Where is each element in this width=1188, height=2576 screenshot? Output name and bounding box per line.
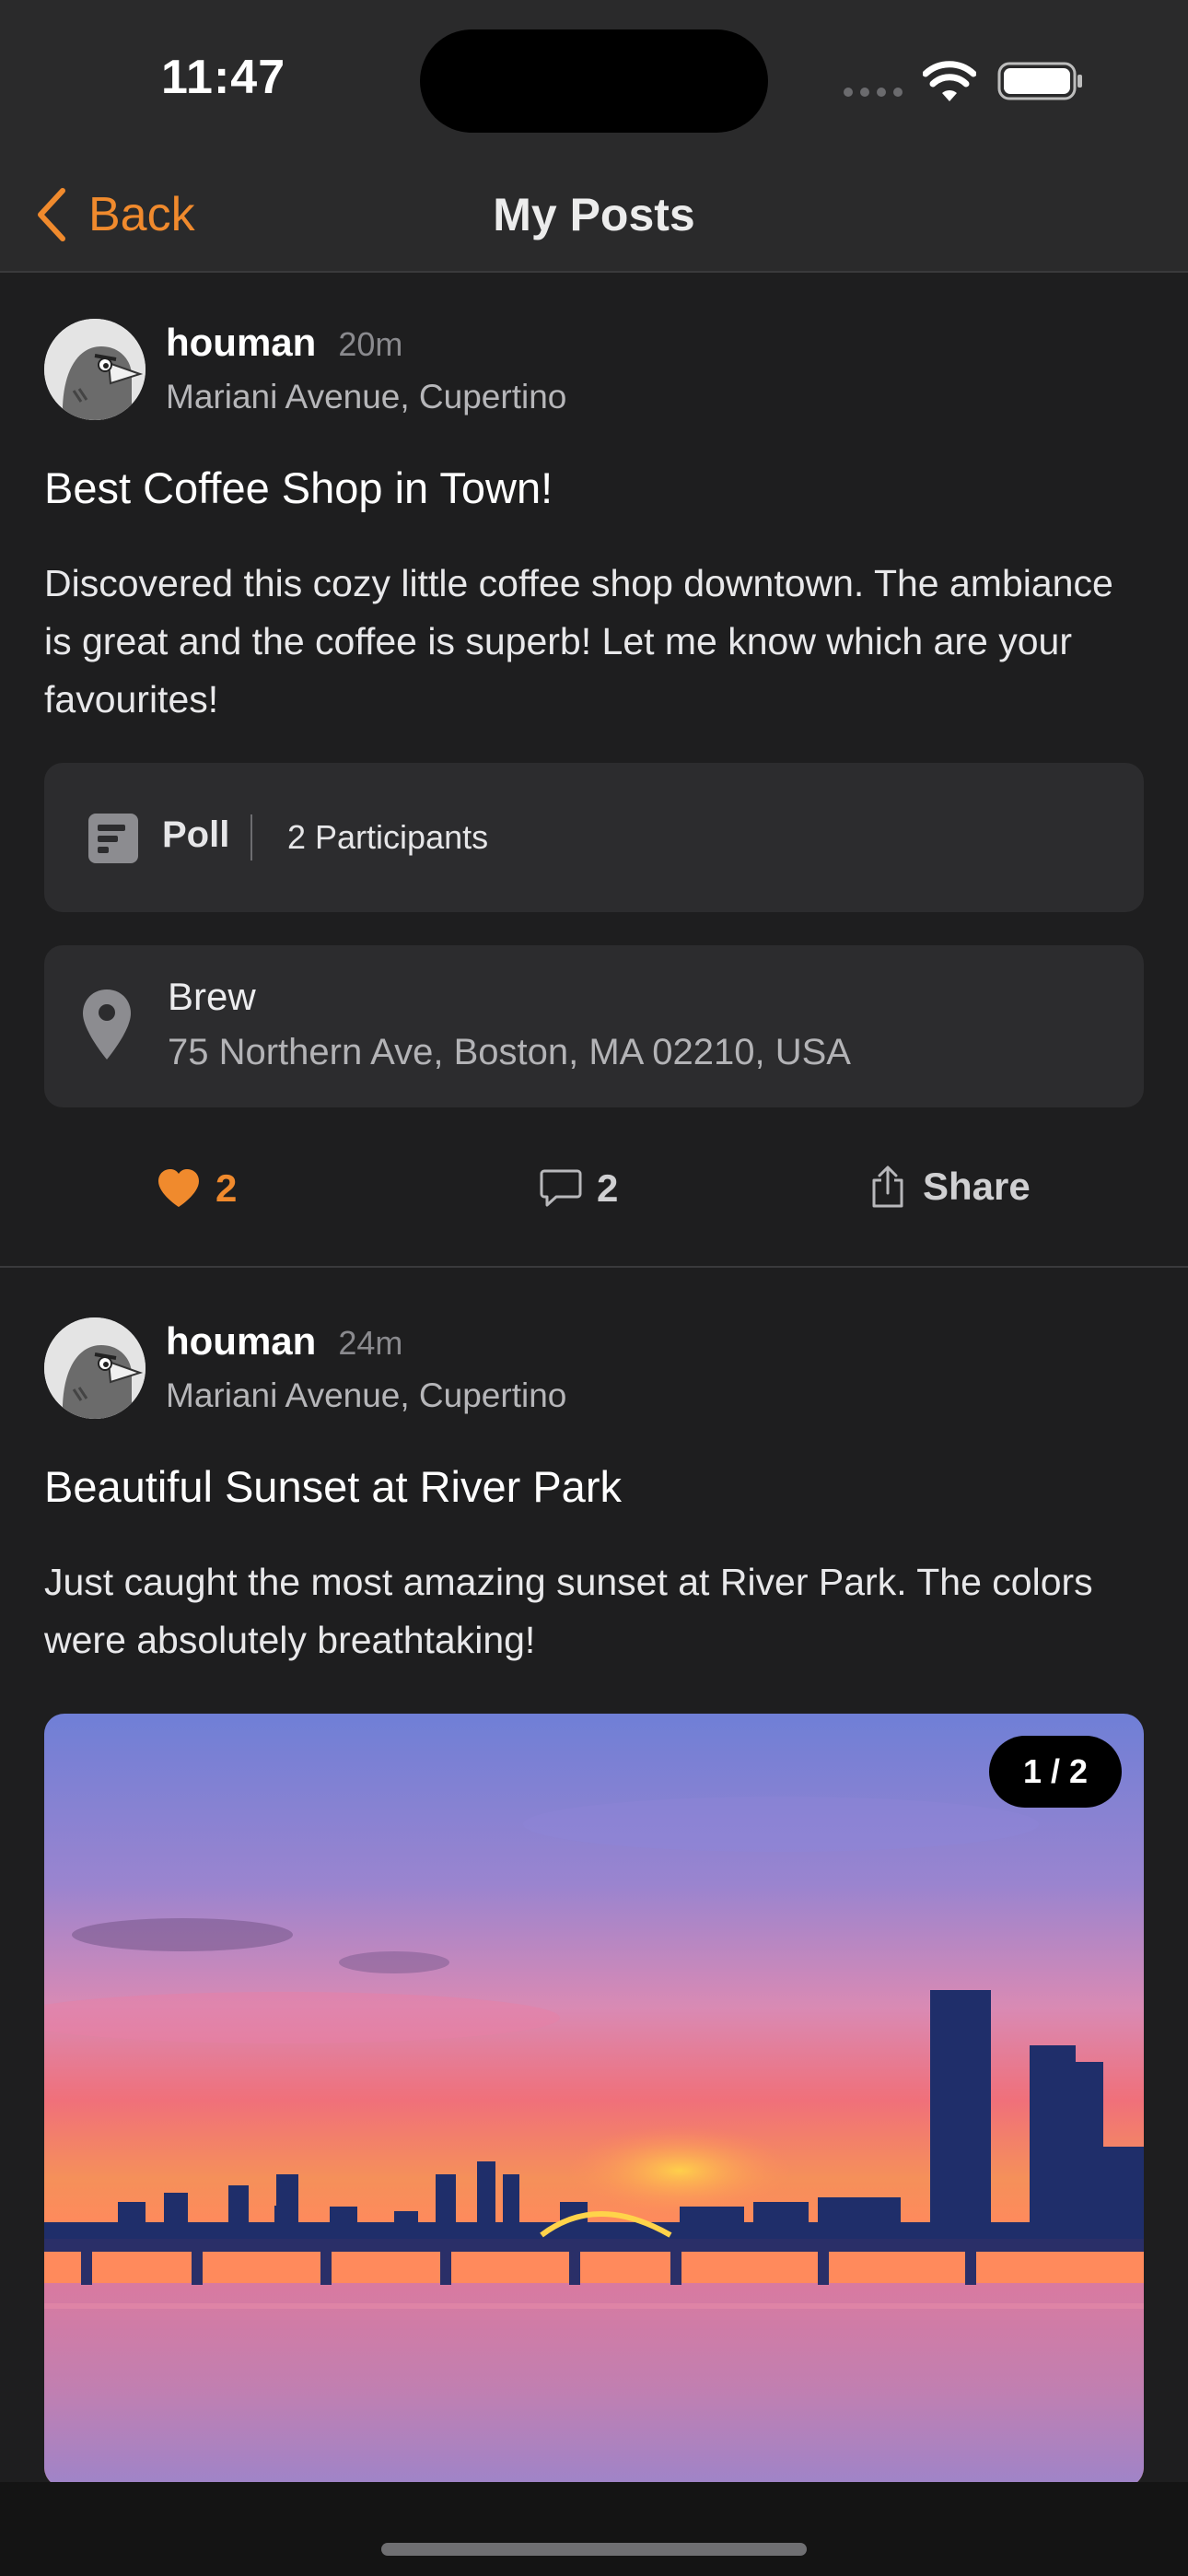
status-bar: 11:47 [0, 0, 1188, 157]
post-photo[interactable]: 1 / 2 [44, 1714, 1144, 2488]
home-indicator-area [0, 2482, 1188, 2576]
pigeon-avatar-icon [44, 1317, 146, 1419]
photo-counter: 1 / 2 [989, 1736, 1122, 1808]
status-time: 11:47 [161, 51, 286, 104]
comment-icon [540, 1169, 582, 1207]
cellular-signal-icon [844, 88, 903, 97]
post-time: 20m [338, 325, 403, 363]
post-actions: 2 2 Share [0, 1155, 1188, 1229]
poll-card[interactable]: Poll 2 Participants [44, 763, 1144, 912]
heart-icon [158, 1169, 199, 1207]
post-body: Just caught the most amazing sunset at R… [44, 1561, 1093, 1661]
post-author[interactable]: houman 24m [166, 1319, 402, 1364]
share-icon [872, 1165, 903, 1208]
post-title: Beautiful Sunset at River Park [44, 1462, 622, 1511]
pigeon-avatar-icon [44, 319, 146, 420]
battery-icon [997, 62, 1082, 100]
post-time: 24m [338, 1324, 403, 1362]
like-button[interactable]: 2 [157, 1166, 237, 1211]
share-label: Share [923, 1165, 1031, 1208]
post-author[interactable]: houman 20m [166, 321, 402, 365]
username: houman [166, 1319, 317, 1363]
post-body: Discovered this cozy little coffee shop … [44, 562, 1113, 720]
page-title: My Posts [493, 189, 695, 240]
place-card[interactable]: Brew 75 Northern Ave, Boston, MA 02210, … [44, 945, 1144, 1107]
poll-divider [250, 814, 252, 861]
username: houman [166, 321, 317, 364]
poll-participants: 2 Participants [287, 818, 489, 856]
poll-icon [88, 814, 138, 863]
wifi-icon [923, 61, 976, 101]
navigation-bar: Back My Posts [0, 157, 1188, 273]
poll-label: Poll [162, 814, 230, 855]
like-count: 2 [215, 1166, 238, 1210]
dynamic-island [420, 29, 768, 133]
avatar[interactable] [44, 1317, 146, 1419]
sunset-photo [44, 1714, 1144, 2488]
comment-count: 2 [597, 1166, 619, 1210]
post-divider [0, 1266, 1188, 1268]
post-location: Mariani Avenue, Cupertino [166, 1376, 567, 1414]
comment-button[interactable]: 2 [540, 1166, 618, 1211]
post-title: Best Coffee Shop in Town! [44, 463, 553, 512]
home-indicator[interactable] [381, 2543, 807, 2556]
post-location: Mariani Avenue, Cupertino [166, 378, 567, 416]
location-pin-icon [83, 989, 131, 1060]
avatar[interactable] [44, 319, 146, 420]
place-name: Brew [168, 975, 256, 1018]
share-button[interactable]: Share [869, 1165, 1031, 1209]
place-address: 75 Northern Ave, Boston, MA 02210, USA [168, 1032, 851, 1072]
